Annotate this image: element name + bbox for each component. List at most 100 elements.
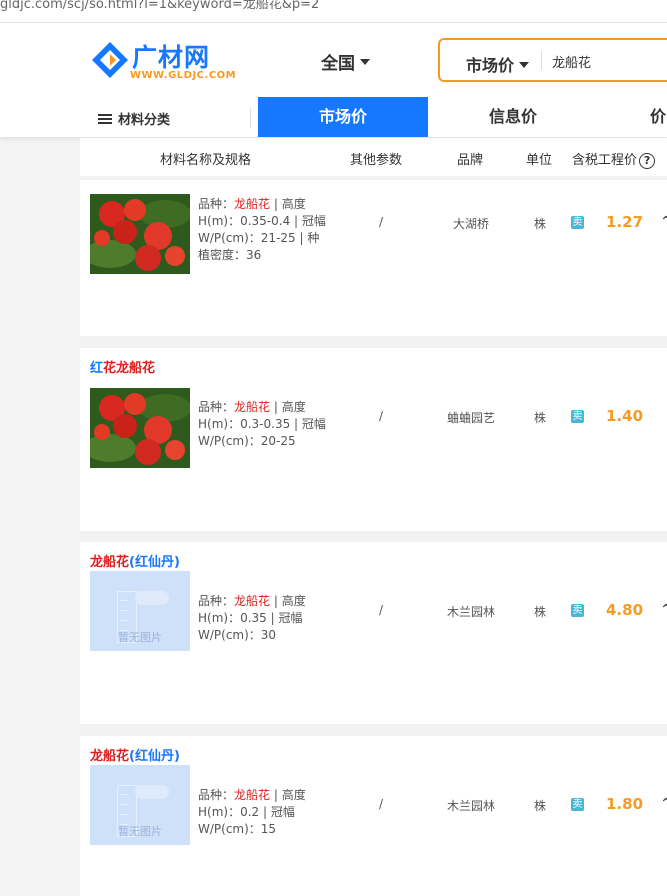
spec-text: | 高度 bbox=[270, 400, 306, 414]
spec-label: 品种： bbox=[198, 594, 235, 608]
item-spec: 品种：龙船花 | 高度 H(m)：0.35-0.4 | 冠幅 W/P(cm)：2… bbox=[198, 196, 328, 264]
spec-text: H(m)：0.3-0.35 | 冠幅 bbox=[198, 417, 326, 431]
product-image[interactable] bbox=[90, 194, 190, 274]
spec-text: H(m)：0.2 | 冠幅 bbox=[198, 805, 295, 819]
title-part: 龙船花 bbox=[90, 749, 130, 764]
help-icon[interactable]: ? bbox=[639, 153, 656, 169]
list-item: 龙船花(红仙丹) 暂无图片 品种：龙船花 | 高度 H(m)：0.2 | 冠幅 … bbox=[80, 736, 667, 896]
header-price: 含税工程价? bbox=[572, 149, 656, 169]
chevron-down-icon bbox=[519, 61, 530, 68]
logo-mark-icon bbox=[92, 42, 128, 78]
list-item: 品种：龙船花 | 高度 H(m)：0.35-0.4 | 冠幅 W/P(cm)：2… bbox=[80, 180, 667, 336]
no-image-placeholder[interactable]: 暂无图片 bbox=[90, 571, 190, 651]
spec-variety[interactable]: 龙船花 bbox=[234, 788, 270, 802]
spec-text: | 高度 bbox=[270, 594, 306, 608]
flower-photo bbox=[90, 388, 190, 468]
item-brand[interactable]: 大湖桥 bbox=[453, 215, 489, 232]
nav-divider bbox=[250, 108, 251, 128]
menu-icon bbox=[98, 114, 112, 125]
site-logo[interactable]: 广材网 WWW.GLDJC.COM bbox=[90, 38, 250, 88]
spec-label: 品种： bbox=[198, 197, 235, 211]
item-unit: 株 bbox=[534, 605, 547, 619]
title-part: (红仙丹) bbox=[129, 555, 180, 570]
item-brand[interactable]: 木兰园林 bbox=[447, 603, 495, 620]
trend-icon[interactable]: ⌃ bbox=[660, 796, 667, 812]
title-part: (红仙丹) bbox=[129, 749, 180, 764]
sell-badge[interactable]: 卖 bbox=[571, 410, 584, 423]
sell-badge[interactable]: 卖 bbox=[571, 604, 584, 617]
region-label: 全国 bbox=[321, 54, 355, 74]
item-brand[interactable]: 木兰园林 bbox=[447, 797, 495, 814]
item-unit: 株 bbox=[534, 799, 547, 813]
trend-icon[interactable]: ⌃ bbox=[660, 602, 667, 618]
item-spec: 品种：龙船花 | 高度 H(m)：0.2 | 冠幅 W/P(cm)：15 bbox=[198, 787, 328, 838]
item-params: / bbox=[379, 409, 384, 423]
spec-text: | 高度 bbox=[270, 197, 306, 211]
cloud-icon bbox=[135, 591, 169, 605]
item-spec: 品种：龙船花 | 高度 H(m)：0.3-0.35 | 冠幅 W/P(cm)：2… bbox=[198, 399, 328, 450]
tab-info-price[interactable]: 信息价 bbox=[428, 97, 598, 137]
logo-name: 广材网 bbox=[132, 43, 211, 72]
sell-badge[interactable]: 卖 bbox=[571, 798, 584, 811]
item-brand[interactable]: 蛐蛐园艺 bbox=[447, 409, 495, 426]
title-part: 红 bbox=[90, 361, 104, 376]
tab-market-price[interactable]: 市场价 bbox=[258, 97, 428, 137]
search-input[interactable] bbox=[550, 48, 667, 74]
spec-text: W/P(cm)：20-25 bbox=[198, 434, 296, 448]
no-image-placeholder[interactable]: 暂无图片 bbox=[90, 765, 190, 845]
spec-variety[interactable]: 龙船花 bbox=[234, 197, 270, 211]
item-title[interactable]: 龙船花(红仙丹) bbox=[90, 551, 180, 570]
category-menu-button[interactable]: 材料分类 bbox=[98, 109, 170, 128]
item-title[interactable]: 龙船花(红仙丹) bbox=[90, 745, 180, 764]
sell-badge[interactable]: 卖 bbox=[571, 216, 584, 229]
search-type-label: 市场价 bbox=[466, 56, 515, 75]
title-part: 花龙船花 bbox=[103, 361, 156, 376]
main-nav: 材料分类 市场价 信息价 价 bbox=[0, 97, 667, 137]
tab-price-more[interactable]: 价 bbox=[598, 97, 667, 137]
flower-photo bbox=[90, 194, 190, 274]
item-price: 1.27 bbox=[606, 213, 644, 231]
header-name: 材料名称及规格 bbox=[160, 153, 252, 168]
item-unit: 株 bbox=[534, 411, 547, 425]
item-price: 1.40 bbox=[606, 407, 644, 425]
spec-variety[interactable]: 龙船花 bbox=[234, 594, 270, 608]
item-title[interactable]: 红花龙船花 bbox=[90, 357, 155, 376]
trend-icon[interactable]: ⌃ bbox=[660, 214, 667, 230]
header-params: 其他参数 bbox=[350, 153, 403, 168]
page-background bbox=[0, 138, 80, 895]
spec-text: W/P(cm)：21-25 | 种 bbox=[198, 231, 320, 245]
no-image-text: 暂无图片 bbox=[118, 825, 162, 838]
logo-domain: WWW.GLDJC.COM bbox=[130, 70, 237, 81]
item-spec: 品种：龙船花 | 高度 H(m)：0.35 | 冠幅 W/P(cm)：30 bbox=[198, 593, 328, 644]
item-unit: 株 bbox=[534, 217, 547, 231]
search-box: 市场价 bbox=[438, 38, 667, 82]
spec-text: H(m)：0.35 | 冠幅 bbox=[198, 611, 303, 625]
spec-text: W/P(cm)：15 bbox=[198, 822, 277, 836]
item-params: / bbox=[379, 797, 384, 811]
item-params: / bbox=[379, 215, 384, 229]
search-divider bbox=[541, 51, 542, 70]
region-selector[interactable]: 全国 bbox=[321, 49, 370, 74]
title-part: 龙船花 bbox=[90, 555, 130, 570]
item-params: / bbox=[379, 603, 384, 617]
item-price: 1.80 bbox=[606, 795, 644, 813]
header-brand: 品牌 bbox=[457, 153, 484, 168]
spec-text: | 高度 bbox=[270, 788, 306, 802]
spec-text: W/P(cm)：30 bbox=[198, 628, 277, 642]
header-unit: 单位 bbox=[526, 153, 553, 168]
chevron-down-icon bbox=[360, 59, 370, 65]
address-bar[interactable]: gldjc.com/scj/so.html?l=1&keyword=龙船花&p=… bbox=[0, 0, 667, 23]
spec-label: 品种： bbox=[198, 400, 235, 414]
spec-text: 植密度：36 bbox=[198, 248, 262, 262]
url-text: gldjc.com/scj/so.html?l=1&keyword=龙船花&p=… bbox=[0, 0, 320, 12]
list-item: 龙船花(红仙丹) 暂无图片 品种：龙船花 | 高度 H(m)：0.35 | 冠幅… bbox=[80, 542, 667, 724]
list-item: 红花龙船花 品种：龙船花 | 高度 H(m)：0.3-0.35 | 冠幅 W/P… bbox=[80, 348, 667, 531]
header-price-label: 含税工程价 bbox=[572, 153, 638, 168]
product-image[interactable] bbox=[90, 388, 190, 468]
item-price: 4.80 bbox=[606, 601, 644, 619]
spec-text: H(m)：0.35-0.4 | 冠幅 bbox=[198, 214, 326, 228]
spec-label: 品种： bbox=[198, 788, 235, 802]
category-label: 材料分类 bbox=[118, 113, 171, 128]
search-type-dropdown[interactable]: 市场价 bbox=[466, 52, 530, 76]
spec-variety[interactable]: 龙船花 bbox=[234, 400, 270, 414]
